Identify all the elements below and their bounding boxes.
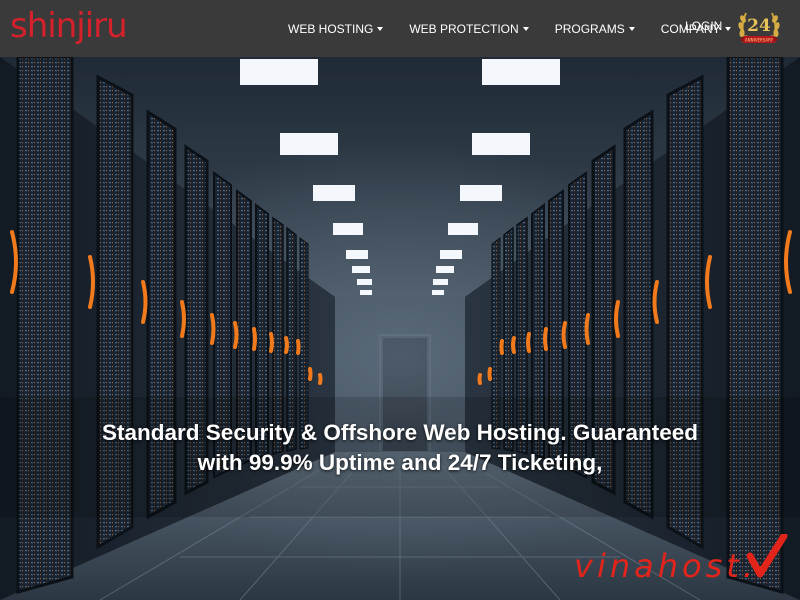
badge-ribbon-text: ANNIVERSARY (745, 38, 774, 43)
hero-headline-line2: with 99.9% Uptime and 24/7 Ticketing, (197, 450, 603, 475)
watermark-text: vinahost. (574, 547, 757, 584)
site-header: shinjiru WEB HOSTING WEB PROTECTION PROG… (0, 0, 800, 57)
nav-web-hosting[interactable]: WEB HOSTING (288, 21, 384, 36)
login-link[interactable]: LOGIN (685, 19, 722, 33)
nav-programs[interactable]: PROGRAMS (555, 22, 635, 36)
chevron-down-icon (724, 27, 731, 31)
nav-web-protection[interactable]: WEB PROTECTION (409, 21, 529, 36)
nav-web-protection-label: WEB PROTECTION (409, 21, 519, 36)
badge-number: 24 (747, 16, 771, 36)
hero-headline: Standard Security & Offshore Web Hosting… (0, 418, 800, 478)
chevron-down-icon (377, 27, 384, 31)
chevron-down-icon (628, 27, 635, 31)
vinahost-watermark-logo: vinahost. (574, 534, 788, 584)
nav-programs-label: PROGRAMS (554, 21, 625, 36)
nav-web-hosting-label: WEB HOSTING (288, 21, 374, 36)
chevron-down-icon (522, 27, 529, 31)
site-logo[interactable]: shinjiru (10, 4, 128, 48)
hero-banner: Standard Security & Offshore Web Hosting… (0, 57, 800, 600)
hero-headline-line1: Standard Security & Offshore Web Hosting… (102, 420, 698, 445)
anniversary-badge-icon: 24 ANNIVERSARY (738, 12, 780, 43)
datacenter-corridor-image (0, 57, 800, 600)
